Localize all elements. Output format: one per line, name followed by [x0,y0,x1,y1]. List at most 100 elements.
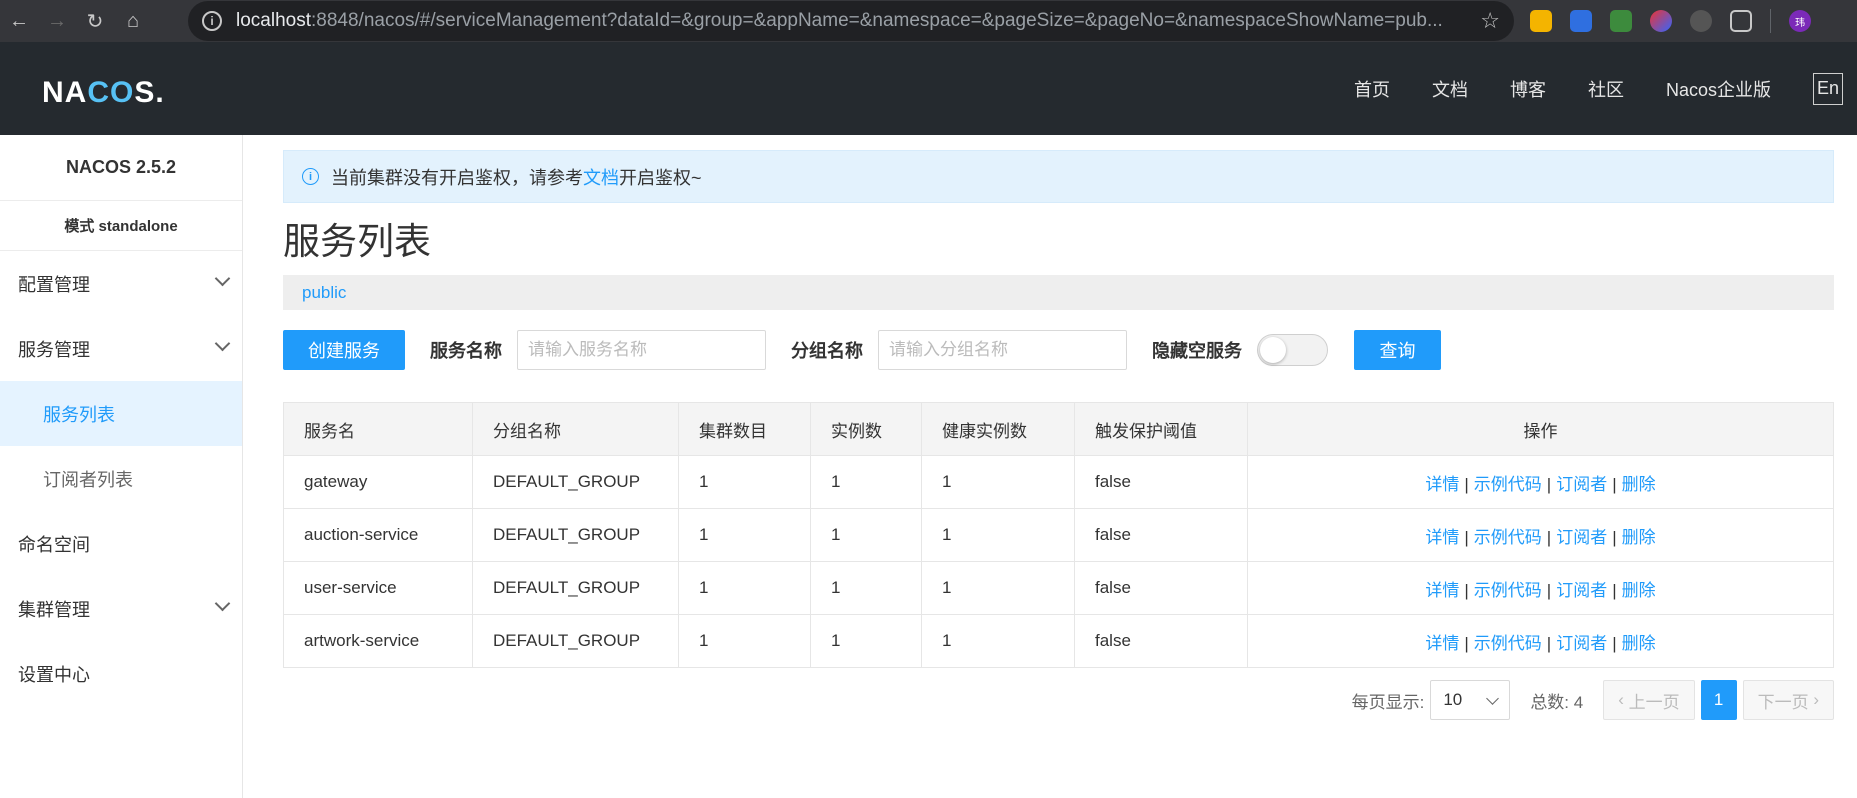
col-service-name: 服务名 [283,402,473,456]
mode-label: 模式 standalone [0,201,242,251]
nav-enterprise[interactable]: Nacos企业版 [1666,76,1771,102]
delete-link[interactable]: 删除 [1622,634,1656,653]
prev-page-button[interactable]: ‹ 上一页 [1603,680,1695,720]
sample-code-link[interactable]: 示例代码 [1474,475,1542,494]
nacos-logo[interactable]: NACOS. [42,76,165,110]
cell-instance-count: 1 [810,455,922,509]
extension-icon[interactable] [1570,10,1592,32]
table-row: auction-service DEFAULT_GROUP 1 1 1 fals… [283,508,1834,562]
table-row: gateway DEFAULT_GROUP 1 1 1 false 详情 | 示例代… [283,455,1834,509]
col-instance-count: 实例数 [810,402,922,456]
page-number-current[interactable]: 1 [1700,680,1737,720]
subscriber-link[interactable]: 订阅者 [1556,581,1607,600]
table-row: user-service DEFAULT_GROUP 1 1 1 false 详… [283,561,1834,615]
subscriber-link[interactable]: 订阅者 [1556,528,1607,547]
chevron-down-icon [1486,692,1500,705]
action-separator: | [1464,633,1469,653]
cell-actions: 详情 | 示例代码 | 订阅者 | 删除 [1247,561,1834,615]
top-nav: 首页 文档 博客 社区 Nacos企业版 En [1354,42,1857,135]
extension-icon[interactable] [1610,10,1632,32]
sidebar-item-service-list[interactable]: 服务列表 [0,381,242,446]
nav-blog[interactable]: 博客 [1510,76,1546,102]
query-button[interactable]: 查询 [1354,330,1441,370]
group-name-label: 分组名称 [791,341,863,361]
cell-service-name: artwork-service [283,614,473,668]
url-text[interactable]: localhost:8848/nacos/#/serviceManagement… [236,10,1470,32]
extensions-area: 玮 [1530,0,1811,42]
language-switch-button[interactable]: En [1813,72,1843,105]
nav-community[interactable]: 社区 [1588,76,1624,102]
subscriber-link[interactable]: 订阅者 [1556,634,1607,653]
sidebar-item-config-management[interactable]: 配置管理 [0,251,242,316]
profile-avatar[interactable]: 玮 [1789,10,1811,32]
forward-icon[interactable]: → [38,0,76,42]
detail-link[interactable]: 详情 [1425,581,1459,600]
search-toolbar: 创建服务 服务名称 分组名称 隐藏空服务 查询 [283,330,1834,370]
puzzle-icon[interactable] [1730,10,1752,32]
site-info-icon[interactable]: i [202,11,222,31]
cell-service-name: user-service [283,561,473,615]
sample-code-link[interactable]: 示例代码 [1474,528,1542,547]
page-size-select[interactable]: 10 [1430,680,1511,720]
delete-link[interactable]: 删除 [1622,475,1656,494]
sidebar-item-cluster-management[interactable]: 集群管理 [0,576,242,641]
home-icon[interactable]: ⌂ [114,0,152,42]
extension-icon[interactable] [1650,10,1672,32]
cell-actions: 详情 | 示例代码 | 订阅者 | 删除 [1247,614,1834,668]
sidebar-item-namespace[interactable]: 命名空间 [0,511,242,576]
pagination: 每页显示: 10 总数: 4 ‹ 上一页 1 下一页 › [283,680,1834,720]
extension-icon[interactable] [1690,10,1712,32]
version-label: NACOS 2.5.2 [0,135,242,201]
cell-group-name: DEFAULT_GROUP [472,561,679,615]
cell-actions: 详情 | 示例代码 | 订阅者 | 删除 [1247,508,1834,562]
detail-link[interactable]: 详情 [1425,475,1459,494]
nav-docs[interactable]: 文档 [1432,76,1468,102]
group-name-input[interactable] [878,330,1127,370]
back-icon[interactable]: ← [0,0,38,42]
sidebar-item-service-management[interactable]: 服务管理 [0,316,242,381]
extension-icon[interactable] [1530,10,1552,32]
chevron-right-icon: › [1808,690,1819,709]
cell-threshold: false [1074,561,1248,615]
delete-link[interactable]: 删除 [1622,528,1656,547]
bookmark-star-icon[interactable]: ☆ [1480,8,1500,34]
delete-link[interactable]: 删除 [1622,581,1656,600]
action-separator: | [1612,474,1617,494]
cell-instance-count: 1 [810,508,922,562]
namespace-link-public[interactable]: public [302,283,346,303]
detail-link[interactable]: 详情 [1425,528,1459,547]
sample-code-link[interactable]: 示例代码 [1474,581,1542,600]
action-separator: | [1546,580,1552,600]
total-count: 总数: 4 [1530,692,1584,712]
service-name-input[interactable] [517,330,766,370]
nav-home[interactable]: 首页 [1354,76,1390,102]
action-separator: | [1546,474,1552,494]
subscriber-link[interactable]: 订阅者 [1556,475,1607,494]
reload-icon[interactable]: ↻ [76,0,114,42]
cell-group-name: DEFAULT_GROUP [472,455,679,509]
next-page-button[interactable]: 下一页 › [1742,680,1834,720]
docs-link[interactable]: 文档 [583,164,619,190]
cell-cluster-count: 1 [678,508,811,562]
chevron-left-icon: ‹ [1618,690,1629,709]
main-content: i 当前集群没有开启鉴权，请参考 文档 开启鉴权~ 服务列表 public 创建服务… [283,150,1834,720]
cell-healthy-count: 1 [921,455,1075,509]
detail-link[interactable]: 详情 [1425,634,1459,653]
sample-code-link[interactable]: 示例代码 [1474,634,1542,653]
action-separator: | [1546,527,1552,547]
chevron-down-icon [214,595,231,612]
cell-cluster-count: 1 [678,561,811,615]
table-header-row: 服务名 分组名称 集群数目 实例数 健康实例数 触发保护阈值 操作 [283,402,1834,456]
address-bar[interactable]: i localhost:8848/nacos/#/serviceManageme… [188,1,1514,41]
cell-service-name: gateway [283,455,473,509]
action-separator: | [1464,474,1469,494]
cell-group-name: DEFAULT_GROUP [472,508,679,562]
sidebar-item-subscriber-list[interactable]: 订阅者列表 [0,446,242,511]
action-separator: | [1546,633,1552,653]
sidebar-item-settings[interactable]: 设置中心 [0,641,242,706]
create-service-button[interactable]: 创建服务 [283,330,405,370]
sidebar: NACOS 2.5.2 模式 standalone 配置管理 服务管理 服务列表… [0,135,243,798]
hide-empty-toggle[interactable] [1257,334,1328,366]
table-row: artwork-service DEFAULT_GROUP 1 1 1 fals… [283,614,1834,668]
action-separator: | [1612,580,1617,600]
